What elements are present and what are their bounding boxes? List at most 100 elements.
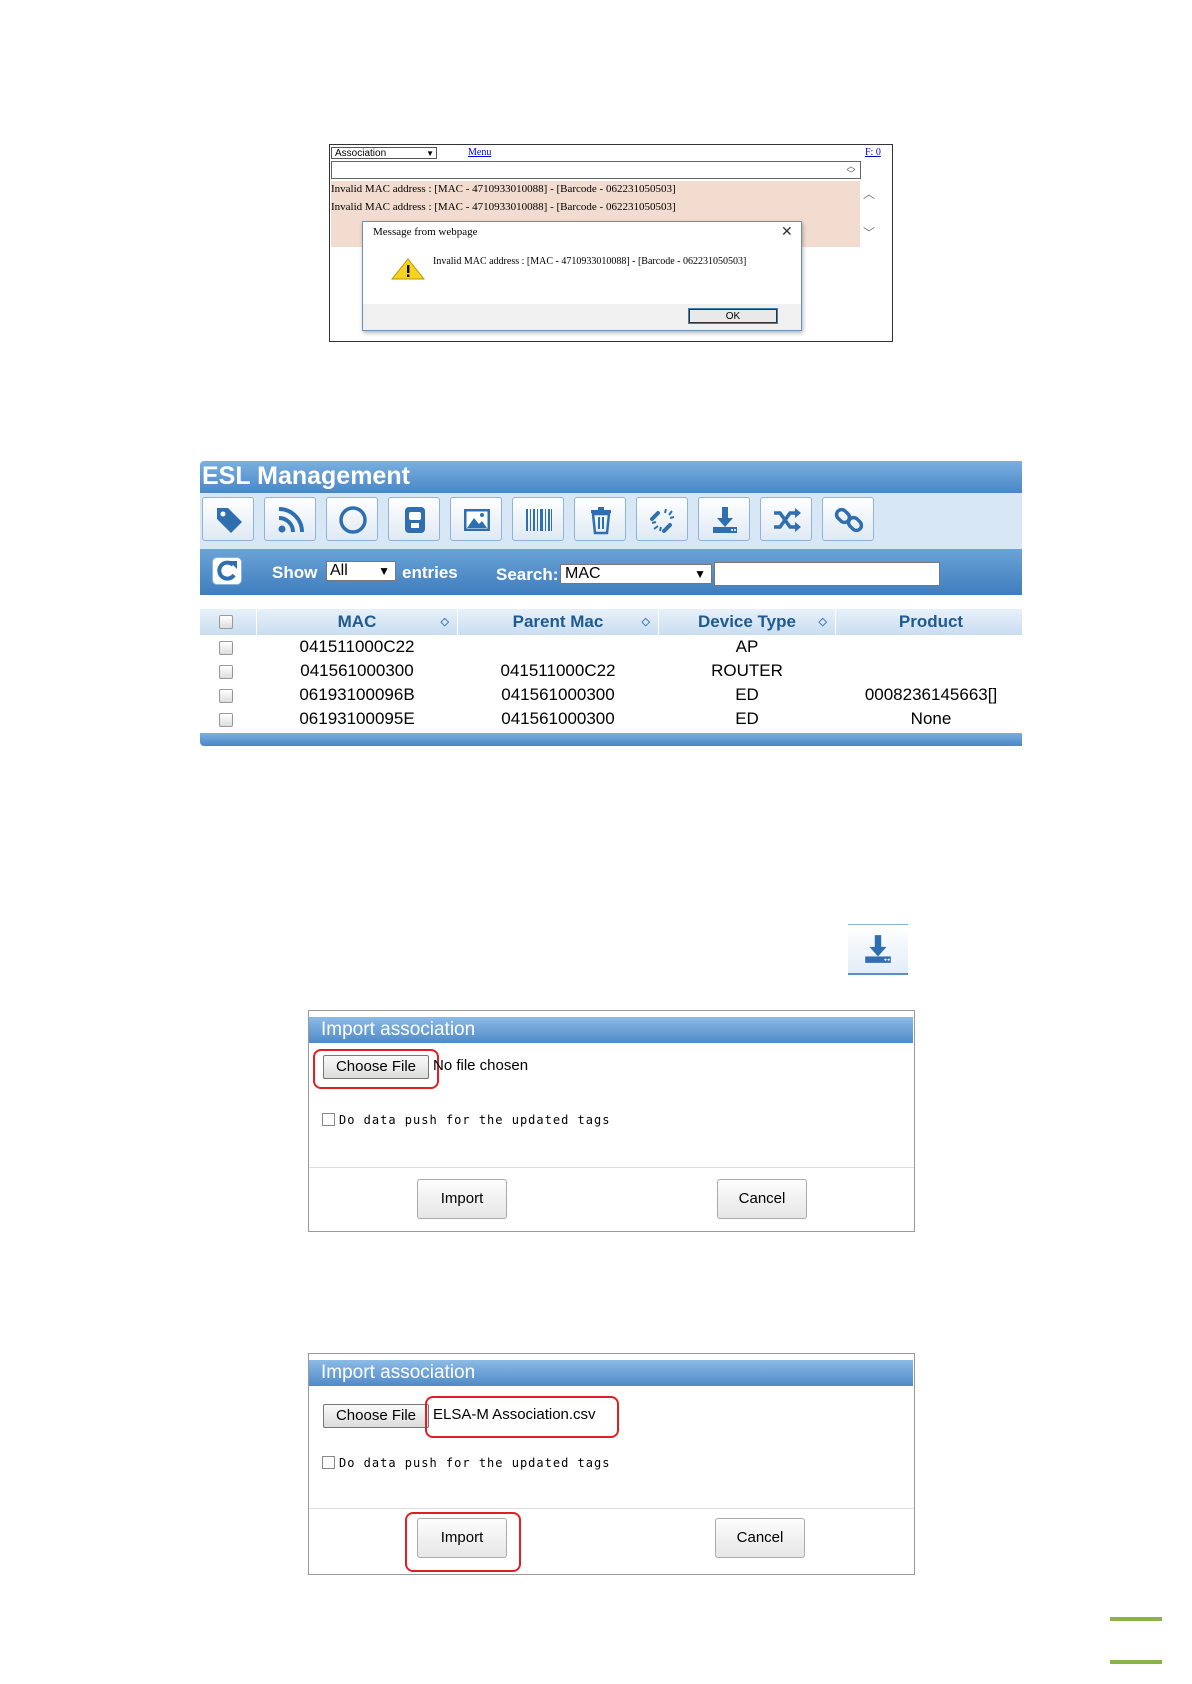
column-header-product[interactable]: Product — [836, 609, 1022, 635]
chevron-down-icon: ▼ — [426, 149, 434, 158]
highlight-file-name — [425, 1396, 619, 1438]
tag-icon — [217, 508, 242, 533]
unlink-button[interactable] — [636, 497, 688, 541]
import-association-dialog-empty: Import association Choose File No file c… — [308, 1010, 915, 1232]
entries-select[interactable]: All ▼ — [326, 561, 396, 581]
highlight-import — [405, 1512, 521, 1572]
refresh-button[interactable] — [212, 557, 242, 585]
device-tag-button[interactable] — [388, 497, 440, 541]
table-header: MAC ◇ Parent Mac ◇ Device Type ◇ Product — [200, 609, 1022, 635]
close-icon[interactable]: ✕ — [781, 223, 793, 240]
table-row[interactable]: 041511000C22 AP — [200, 635, 1022, 659]
search-bar: Show All ▼ entries Search: MAC ▼ — [200, 549, 1022, 595]
data-push-checkbox[interactable] — [322, 1456, 335, 1469]
dropdown-arrow-icon: ▼ — [694, 567, 706, 581]
tag-device-icon — [405, 507, 425, 533]
row-checkbox[interactable] — [219, 689, 233, 703]
scroll-down-icon[interactable]: ﹀ — [860, 224, 878, 241]
search-field-select[interactable]: MAC ▼ — [560, 564, 712, 584]
image-button[interactable] — [450, 497, 502, 541]
command-input[interactable]: ︿ ﹀ — [331, 161, 861, 179]
scroll-up-icon[interactable]: ︿ — [860, 185, 878, 202]
fx-link[interactable]: F: 0 — [865, 147, 881, 158]
unlink-icon — [650, 508, 675, 533]
rss-icon — [278, 507, 304, 533]
cell-product — [836, 635, 1022, 659]
choose-file-button[interactable]: Choose File — [323, 1404, 429, 1428]
dropdown-arrow-icon: ▼ — [378, 564, 390, 578]
cell-parent-mac: 041561000300 — [501, 709, 615, 728]
import-button[interactable] — [698, 497, 750, 541]
cancel-button[interactable]: Cancel — [717, 1179, 807, 1219]
dialog-title: Import association — [309, 1017, 913, 1043]
sort-icon[interactable]: ◇ — [441, 609, 449, 635]
dialog-divider — [309, 1508, 914, 1509]
cell-product: None — [910, 709, 952, 728]
column-header-label: Device Type — [698, 612, 796, 631]
page-title: ESL Management — [202, 462, 410, 490]
circle-button[interactable] — [326, 497, 378, 541]
message-line: Invalid MAC address : [MAC - 47109330100… — [331, 183, 676, 195]
select-all-checkbox[interactable] — [219, 615, 233, 629]
table-spacer — [200, 595, 1022, 609]
cancel-button[interactable]: Cancel — [715, 1518, 805, 1558]
cell-mac: 041511000C22 — [299, 637, 415, 656]
data-push-label: Do data push for the updated tags — [339, 1456, 611, 1470]
refresh-icon — [217, 560, 237, 581]
import-button-callout[interactable] — [848, 924, 908, 975]
sort-icon[interactable]: ◇ — [642, 609, 650, 635]
table-row[interactable]: 06193100095E 041561000300 ED None — [200, 707, 1022, 731]
table-row[interactable]: 06193100096B 041561000300 ED 00082361456… — [200, 683, 1022, 707]
table-row[interactable]: 041561000300 041511000C22 ROUTER — [200, 659, 1022, 683]
cell-parent-mac: 041511000C22 — [500, 661, 616, 680]
column-header-parent-mac[interactable]: Parent Mac ◇ — [458, 609, 659, 635]
dialog-title: Import association — [309, 1360, 913, 1386]
cell-mac: 041561000300 — [300, 661, 414, 680]
sort-icon[interactable]: ◇ — [819, 609, 827, 635]
ok-button[interactable]: OK — [688, 308, 778, 324]
shuffle-button[interactable] — [760, 497, 812, 541]
cell-mac: 06193100095E — [299, 709, 415, 728]
association-select[interactable]: Association ▼ — [331, 147, 437, 159]
highlight-choose-file — [313, 1049, 439, 1089]
link-button[interactable] — [822, 497, 874, 541]
import-icon — [713, 507, 737, 533]
scroll-arrows-icon[interactable]: ︿ ﹀ — [844, 162, 858, 179]
row-checkbox[interactable] — [219, 641, 233, 655]
image-icon — [464, 509, 490, 531]
select-all-header — [200, 609, 257, 635]
row-checkbox[interactable] — [219, 713, 233, 727]
dialog-message: Invalid MAC address : [MAC - 47109330100… — [433, 256, 747, 267]
footer-line — [1110, 1660, 1162, 1664]
delete-button[interactable] — [574, 497, 626, 541]
import-button[interactable]: Import — [417, 1179, 507, 1219]
association-select-value: Association — [335, 148, 387, 159]
shuffle-icon — [774, 508, 801, 532]
tag-button[interactable] — [202, 497, 254, 541]
message-scrollbar[interactable]: ︿ ﹀ — [860, 181, 878, 247]
data-push-checkbox[interactable] — [322, 1113, 335, 1126]
rss-button[interactable] — [264, 497, 316, 541]
column-header-mac[interactable]: MAC ◇ — [257, 609, 458, 635]
file-name-text: No file chosen — [433, 1057, 529, 1074]
barcode-button[interactable] — [512, 497, 564, 541]
message-line: Invalid MAC address : [MAC - 47109330100… — [331, 201, 676, 213]
cell-device-type: ED — [735, 685, 759, 704]
message-dialog: Message from webpage ✕ Invalid MAC addre… — [362, 221, 802, 331]
table-footer — [200, 733, 1022, 746]
column-header-device-type[interactable]: Device Type ◇ — [659, 609, 836, 635]
entries-select-value: All — [330, 562, 348, 579]
menu-link[interactable]: Menu — [468, 147, 491, 158]
cell-mac: 06193100096B — [299, 685, 415, 704]
cell-device-type: ROUTER — [711, 661, 783, 680]
search-field-value: MAC — [565, 565, 601, 582]
search-input[interactable] — [714, 562, 940, 586]
import-association-dialog-selected: Import association Choose File ELSA-M As… — [308, 1353, 915, 1575]
dialog-footer: OK — [363, 304, 801, 330]
trash-icon — [591, 507, 611, 535]
import-icon — [865, 935, 891, 963]
row-checkbox[interactable] — [219, 665, 233, 679]
cell-product: 0008236145663[] — [864, 685, 998, 704]
dialog-divider — [309, 1167, 914, 1168]
footer-line — [1110, 1617, 1162, 1621]
